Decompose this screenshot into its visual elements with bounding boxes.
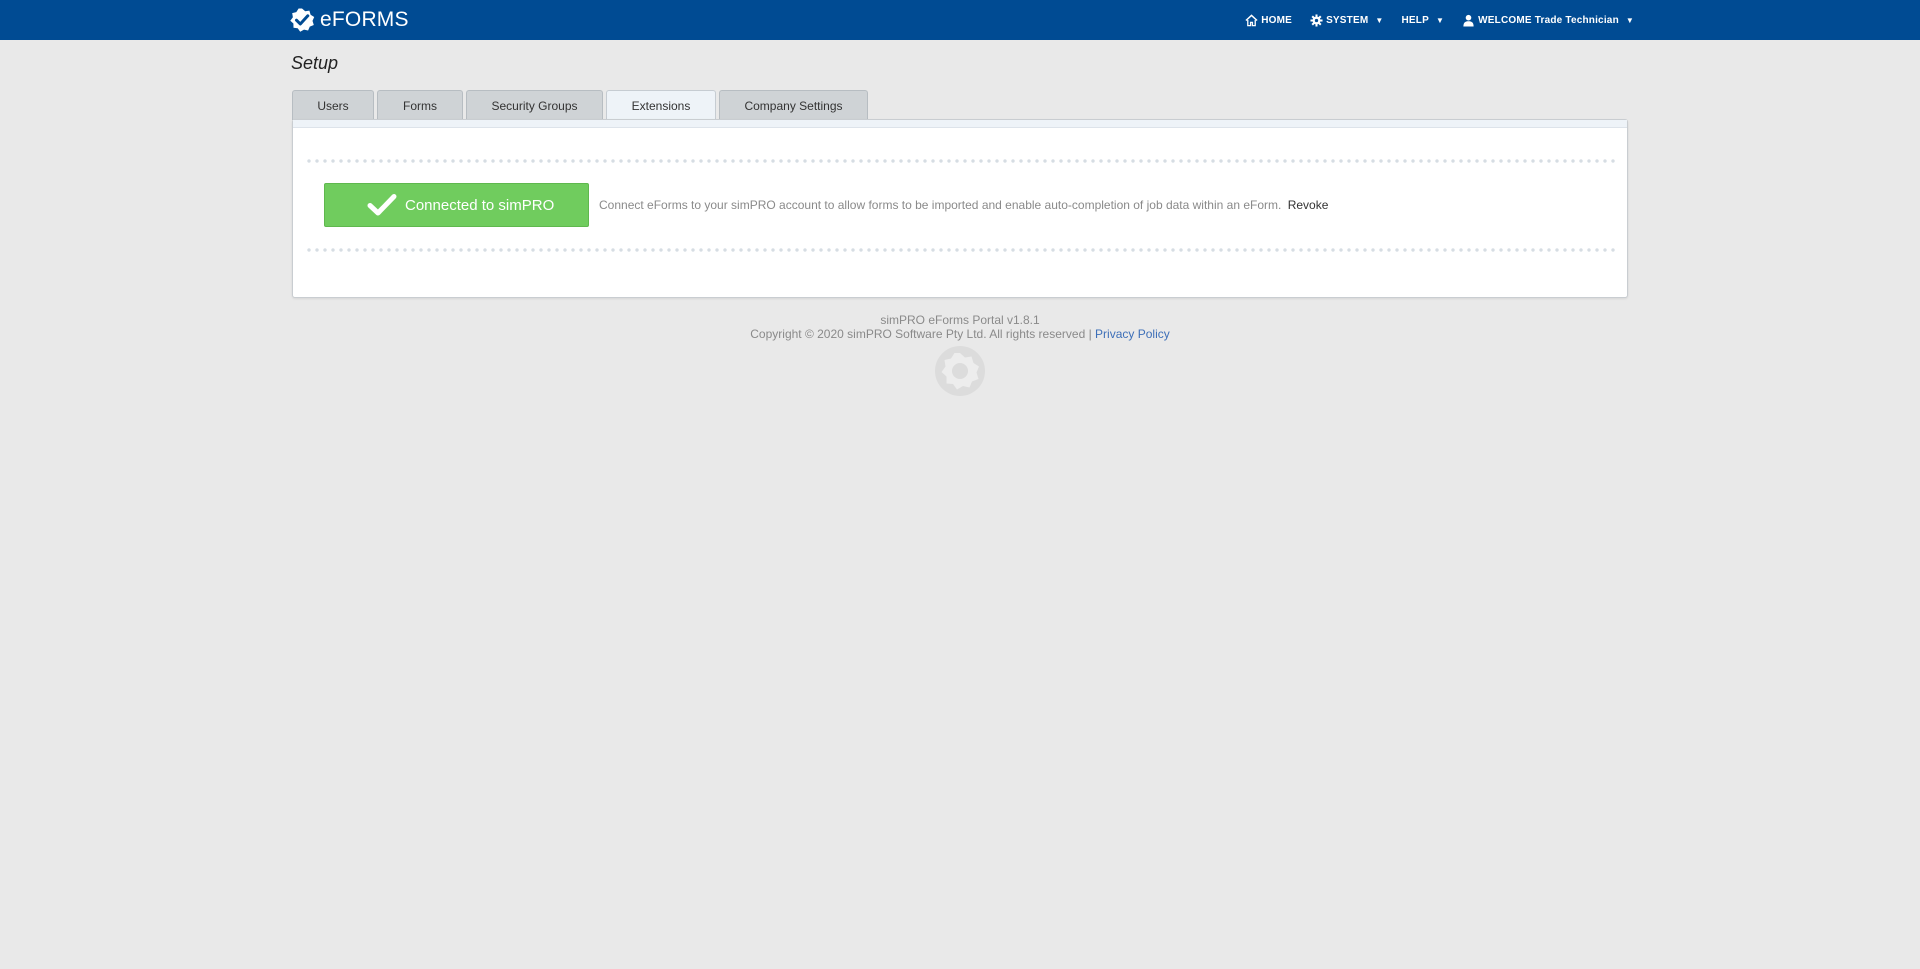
- panel-header-strip: [293, 120, 1627, 128]
- connected-button-label: Connected to simPRO: [405, 196, 555, 214]
- footer-version: simPRO eForms Portal v1.8.1: [880, 313, 1040, 327]
- page-title: Setup: [291, 53, 339, 73]
- gear-icon: [1310, 13, 1323, 27]
- revoke-link[interactable]: Revoke: [1288, 198, 1329, 212]
- nav-help[interactable]: HELP ▼: [1402, 15, 1445, 26]
- nav-home[interactable]: HOME: [1245, 13, 1293, 27]
- main-nav: HOME SYSTEM ▼ HELP ▼ WELCOME Trade Techn…: [1227, 0, 1634, 40]
- chevron-down-icon: ▼: [1625, 15, 1634, 25]
- page-footer: simPRO eForms Portal v1.8.1 Copyright © …: [0, 313, 1920, 341]
- nav-user-menu[interactable]: WELCOME Trade Technician ▼: [1462, 14, 1634, 27]
- extensions-panel: Connected to simPRO Connect eForms to yo…: [292, 119, 1628, 298]
- checkmark-icon: [367, 194, 397, 216]
- nav-welcome-label: WELCOME Trade Technician: [1478, 14, 1619, 26]
- nav-help-label: HELP: [1401, 14, 1429, 26]
- tab-users[interactable]: Users: [292, 90, 374, 120]
- eforms-logo-link[interactable]: eFORMS: [289, 7, 409, 33]
- tab-extensions[interactable]: Extensions: [606, 90, 716, 120]
- privacy-policy-link[interactable]: Privacy Policy: [1095, 327, 1170, 341]
- chevron-down-icon: ▼: [1436, 15, 1445, 25]
- simpro-footer-logo-icon: [935, 346, 985, 396]
- dotted-divider: [305, 248, 1615, 252]
- tab-label: Forms: [403, 98, 437, 113]
- tab-label: Security Groups: [491, 98, 578, 113]
- eforms-logo-icon: [290, 8, 315, 32]
- footer-copyright: Copyright © 2020 simPRO Software Pty Ltd…: [750, 327, 1092, 341]
- nav-system-label: SYSTEM: [1326, 14, 1369, 26]
- extension-description: Connect eForms to your simPRO account to…: [599, 198, 1328, 212]
- description-text: Connect eForms to your simPRO account to…: [599, 198, 1282, 212]
- dotted-divider: [305, 159, 1615, 163]
- tab-forms[interactable]: Forms: [377, 90, 463, 120]
- logo-text: eFORMS: [320, 8, 409, 31]
- setup-tabs: Users Forms Security Groups Extensions C…: [292, 90, 871, 120]
- footer-copyright-line: Copyright © 2020 simPRO Software Pty Ltd…: [0, 327, 1920, 341]
- tab-label: Users: [317, 98, 349, 113]
- tab-company-settings[interactable]: Company Settings: [719, 90, 868, 120]
- top-navigation-bar: eFORMS HOME SYSTEM ▼ HELP ▼ WELCOME Trad…: [0, 0, 1920, 40]
- home-icon: [1245, 13, 1258, 26]
- nav-home-label: HOME: [1261, 14, 1293, 26]
- tab-security-groups[interactable]: Security Groups: [466, 90, 603, 120]
- nav-system[interactable]: SYSTEM ▼: [1310, 13, 1384, 27]
- connected-simpro-button[interactable]: Connected to simPRO: [324, 183, 589, 227]
- user-icon: [1463, 14, 1474, 27]
- chevron-down-icon: ▼: [1375, 15, 1384, 25]
- tab-label: Company Settings: [744, 98, 843, 113]
- tab-label: Extensions: [631, 98, 691, 113]
